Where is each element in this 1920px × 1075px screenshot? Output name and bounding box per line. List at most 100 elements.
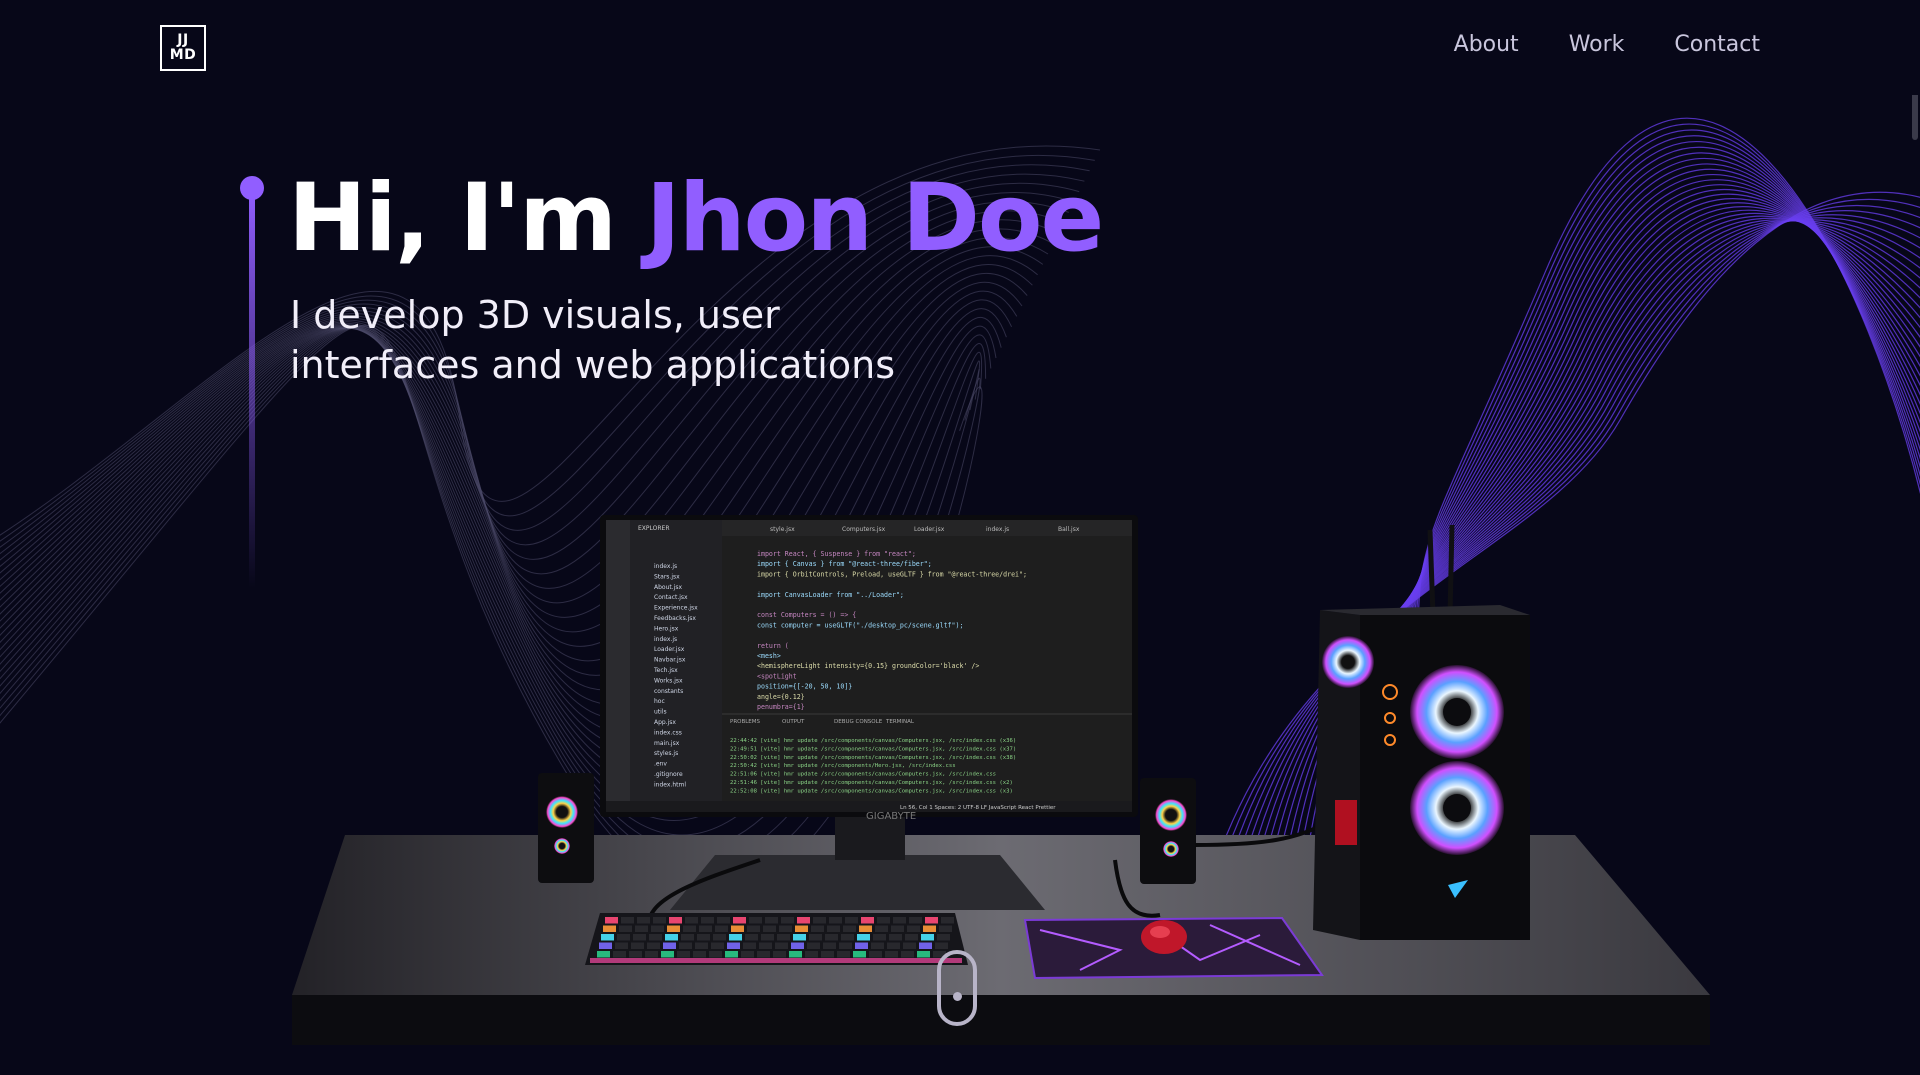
keyboard-key: [901, 951, 914, 958]
desktop-pc-3d-scene[interactable]: GIGABYTE EXPLORER index.js Stars.jsx About…: [0, 0, 1920, 1075]
keyboard-key: [731, 925, 744, 932]
explorer-file[interactable]: constants: [654, 688, 683, 695]
terminal-line: 22:52:08 [vite] hmr update /src/componen…: [730, 788, 1013, 794]
editor-tab[interactable]: Computers.jsx: [842, 526, 886, 533]
code-line: angle={0.12}: [757, 693, 805, 701]
explorer-file[interactable]: .env: [654, 761, 667, 768]
keyboard-key: [651, 925, 664, 932]
editor-tab[interactable]: Loader.jsx: [914, 526, 945, 533]
explorer-file[interactable]: Tech.jsx: [653, 667, 678, 674]
keyboard-key: [805, 951, 818, 958]
keyboard-key: [599, 942, 612, 949]
keyboard-key: [837, 951, 850, 958]
code-line: <mesh>: [757, 652, 781, 660]
keyboard-key: [601, 934, 614, 941]
keyboard-key: [613, 951, 626, 958]
explorer-file[interactable]: Works.jsx: [654, 677, 683, 684]
keyboard-key: [727, 942, 740, 949]
pc-tower: [1313, 524, 1530, 940]
keyboard-key: [905, 934, 918, 941]
keyboard-key: [939, 925, 952, 932]
keyboard-key: [917, 951, 930, 958]
terminal-line: 22:51:06 [vite] hmr update /src/componen…: [730, 772, 996, 778]
explorer-file[interactable]: About.jsx: [654, 584, 682, 591]
code-line: import React, { Suspense } from "react";: [757, 550, 916, 558]
editor-tab[interactable]: Ball.jsx: [1058, 526, 1080, 533]
explorer-file[interactable]: main.jsx: [654, 740, 680, 747]
explorer-file[interactable]: Navbar.jsx: [654, 657, 686, 664]
keyboard-key: [749, 917, 762, 924]
panel-tab[interactable]: TERMINAL: [885, 719, 915, 725]
explorer-file[interactable]: index.js: [654, 563, 677, 570]
keyboard-key: [697, 934, 710, 941]
keyboard-key: [761, 934, 774, 941]
nav-link-about[interactable]: About: [1454, 32, 1519, 57]
panel-tab[interactable]: OUTPUT: [782, 719, 805, 725]
keyboard-key: [861, 917, 874, 924]
keyboard-key: [649, 934, 662, 941]
code-line: <spotLight: [757, 672, 797, 680]
explorer-file[interactable]: styles.js: [654, 750, 678, 757]
terminal-line: 22:50:42 [vite] hmr update /src/componen…: [730, 763, 956, 769]
keyboard-key: [923, 925, 936, 932]
left-speaker: [538, 773, 594, 883]
panel-tab[interactable]: DEBUG CONSOLE: [834, 719, 883, 725]
keyboard-key: [789, 951, 802, 958]
keyboard-key: [775, 942, 788, 949]
keyboard-key: [681, 934, 694, 941]
mouse: [1141, 920, 1187, 954]
keyboard-key: [807, 942, 820, 949]
keyboard-key: [757, 951, 770, 958]
logo-line-2: MD: [169, 47, 197, 63]
keyboard-key: [855, 942, 868, 949]
keyboard-key: [843, 925, 856, 932]
explorer-file[interactable]: Contact.jsx: [654, 594, 688, 601]
keyboard-key: [701, 917, 714, 924]
explorer-file[interactable]: Loader.jsx: [654, 646, 685, 653]
keyboard-key: [813, 917, 826, 924]
keyboard-key: [925, 917, 938, 924]
nav-link-contact[interactable]: Contact: [1674, 32, 1760, 57]
keyboard-key: [617, 934, 630, 941]
editor-tab[interactable]: index.js: [986, 526, 1009, 533]
explorer-file[interactable]: Hero.jsx: [654, 625, 679, 632]
site-logo[interactable]: JJ MD: [160, 25, 206, 71]
keyboard-key: [827, 925, 840, 932]
explorer-file[interactable]: index.css: [654, 729, 682, 736]
keyboard-key: [605, 917, 618, 924]
keyboard-key: [875, 925, 888, 932]
keyboard-key: [747, 925, 760, 932]
code-line: <hemisphereLight intensity={0.15} ground…: [757, 662, 979, 670]
keyboard-key: [629, 951, 642, 958]
keyboard-key: [677, 951, 690, 958]
terminal-line: 22:44:42 [vite] hmr update /src/componen…: [730, 738, 1016, 744]
explorer-file[interactable]: Stars.jsx: [654, 573, 680, 580]
explorer-file[interactable]: index.js: [654, 636, 677, 643]
terminal-line: 22:50:02 [vite] hmr update /src/componen…: [730, 755, 1016, 761]
keyboard-key: [743, 942, 756, 949]
keyboard-key: [921, 934, 934, 941]
explorer-file[interactable]: .gitignore: [654, 771, 683, 778]
keyboard-key: [779, 925, 792, 932]
keyboard-key: [853, 951, 866, 958]
explorer-file[interactable]: hoc: [654, 698, 665, 705]
explorer-file[interactable]: Feedbacks.jsx: [654, 615, 696, 622]
keyboard-key: [885, 951, 898, 958]
keyboard-key: [695, 942, 708, 949]
keyboard-key: [621, 917, 634, 924]
scroll-down-indicator[interactable]: [937, 950, 977, 1026]
keyboard-key: [765, 917, 778, 924]
keyboard-key: [893, 917, 906, 924]
explorer-file[interactable]: App.jsx: [654, 719, 676, 726]
panel-tab[interactable]: PROBLEMS: [730, 719, 761, 725]
explorer-file[interactable]: index.html: [654, 781, 686, 788]
keyboard-key: [797, 917, 810, 924]
explorer-file[interactable]: utils: [654, 709, 667, 716]
explorer-file[interactable]: Experience.jsx: [654, 605, 698, 612]
keyboard-key: [647, 942, 660, 949]
keyboard-key: [603, 925, 616, 932]
keyboard-key: [725, 951, 738, 958]
nav-link-work[interactable]: Work: [1569, 32, 1625, 57]
keyboard-key: [631, 942, 644, 949]
editor-tab[interactable]: style.jsx: [770, 526, 795, 533]
